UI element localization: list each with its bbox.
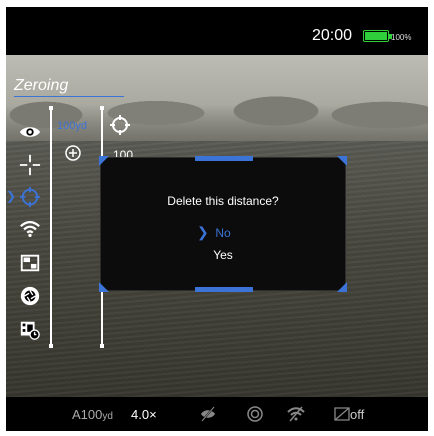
dialog-corner-icon (337, 156, 347, 166)
bottom-status-bar: A100yd 4.0× off (6, 397, 428, 431)
option-yes-button[interactable]: Yes (101, 248, 345, 262)
eye-icon[interactable] (18, 120, 42, 144)
pip-icon[interactable] (18, 251, 42, 275)
target-icon[interactable] (18, 185, 42, 209)
profile-unit: yd (102, 411, 113, 422)
zeroing-distance[interactable]: 100yd (57, 120, 87, 132)
menu-divider-left (49, 106, 53, 348)
battery-percent: 100% (391, 33, 412, 42)
target-icon (110, 115, 130, 135)
zoom-level: 4.0× (131, 407, 157, 422)
crosshair-icon[interactable] (18, 153, 42, 177)
selection-arrow-icon: ❯ (6, 189, 17, 203)
plus-circle-icon[interactable] (62, 142, 84, 164)
recording-settings-icon[interactable] (18, 318, 42, 342)
clock: 20:00 (312, 27, 353, 44)
dialog-bottom-accent (195, 287, 253, 292)
dialog-corner-icon (99, 156, 109, 166)
option-no-button[interactable]: No (101, 226, 345, 240)
dialog-corner-icon (337, 282, 347, 292)
profile-letter: A (72, 407, 81, 422)
profile-value: 100 (80, 407, 103, 422)
delete-distance-dialog: Delete this distance? ❯ No Yes (99, 156, 347, 292)
battery-level (365, 32, 387, 40)
dialog-question: Delete this distance? (167, 194, 279, 208)
status-bar: 20:00 100% (6, 7, 428, 55)
screen-off-mode: off (350, 407, 365, 422)
screen-off-icon (334, 407, 350, 421)
menu-title-underline (14, 96, 124, 97)
auto-off-icon (247, 406, 263, 422)
profile-indicator: A100yd (72, 407, 113, 422)
battery-icon (363, 30, 392, 42)
scene-treeline (6, 85, 428, 141)
wifi-icon[interactable] (18, 217, 42, 241)
dialog-top-accent (195, 156, 253, 161)
aperture-icon[interactable] (18, 284, 42, 308)
menu-title: Zeroing (14, 77, 69, 94)
stadiametric-off-icon (201, 406, 215, 422)
device-screen: 20:00 100% Zeroing ❯ 100yd 100 Delete th… (6, 7, 428, 431)
dialog-corner-icon (99, 282, 109, 292)
wifi-off-icon (287, 406, 305, 422)
